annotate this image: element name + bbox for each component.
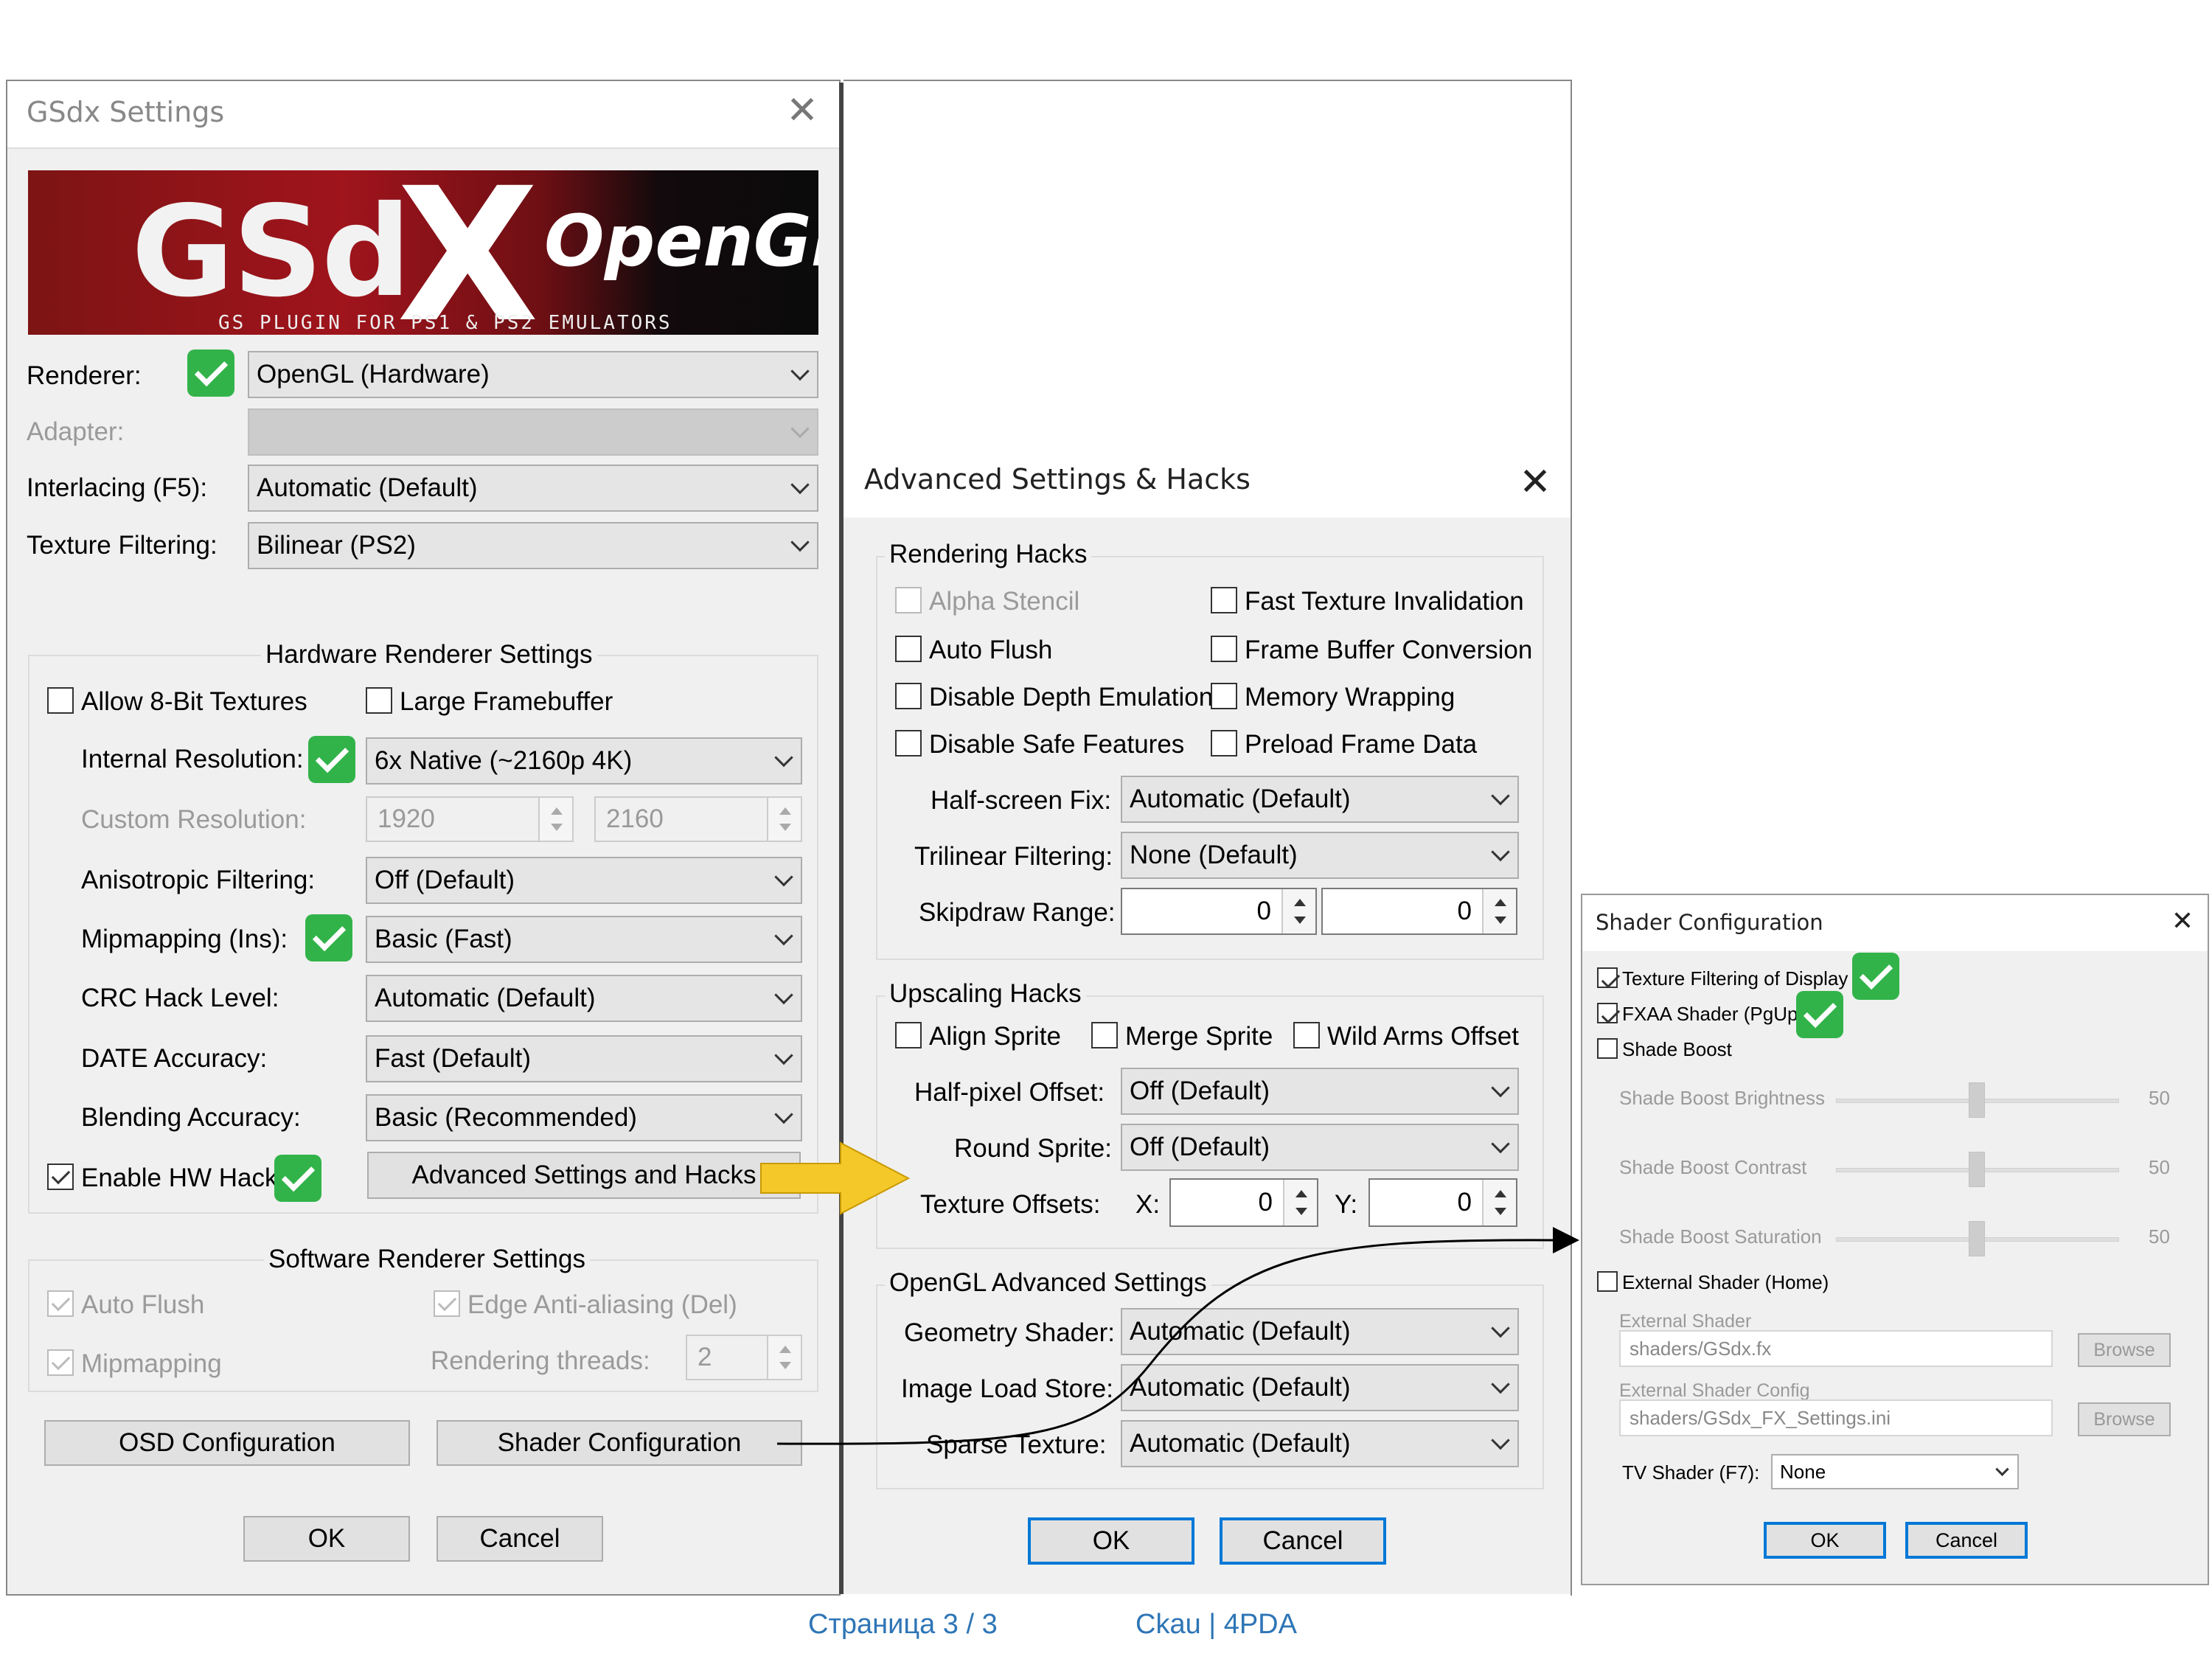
footer-page-number: Страница 3 / 3 (808, 1609, 998, 1640)
yellow-arrow-icon (760, 1141, 911, 1215)
connector-curve (776, 1239, 1557, 1445)
connector-arrowhead-icon (1553, 1227, 1579, 1253)
annotation-overlay (760, 1141, 1579, 1445)
footer-author: Ckau | 4PDA (1135, 1609, 1297, 1640)
